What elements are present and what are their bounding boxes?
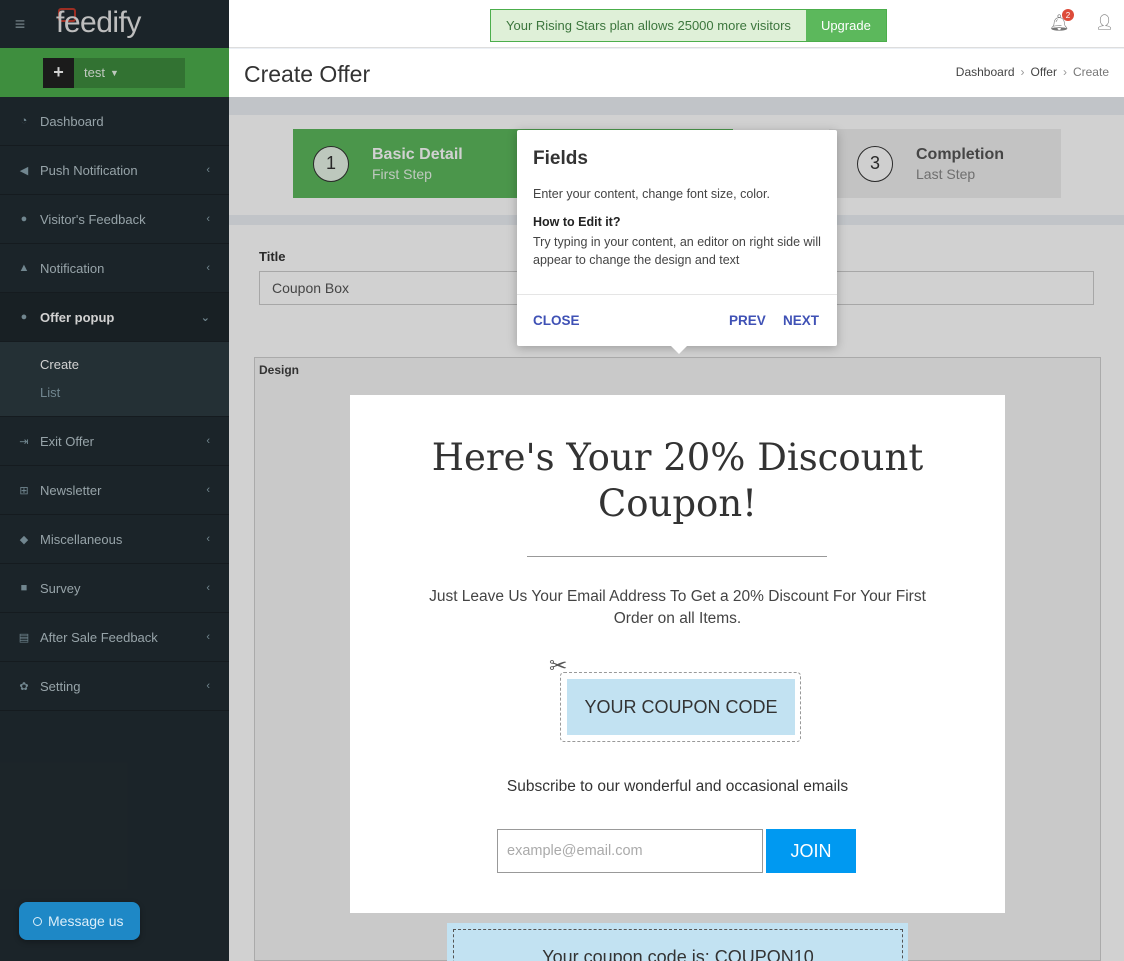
message-us-label: Message us [48,913,124,929]
tooltip-how-title: How to Edit it? [533,215,621,229]
plan-text: Your Rising Stars plan allows 25000 more… [491,10,806,41]
breadcrumb-offer[interactable]: Offer [1031,65,1057,79]
tooltip-text: Enter your content, change font size, co… [533,187,770,201]
message-us-button[interactable]: Message us [19,902,140,940]
chat-icon [33,916,42,926]
tour-overlay-sidebar [0,0,229,961]
coupon-result-text[interactable]: Your coupon code is: COUPON10 [453,929,903,961]
breadcrumb-separator: › [1020,65,1025,79]
coupon-code-label[interactable]: YOUR COUPON CODE [567,679,795,735]
tooltip-footer-divider [517,294,837,295]
breadcrumb: Dashboard › Offer › Create [956,65,1109,79]
join-button[interactable]: JOIN [766,829,856,873]
tour-tooltip: Fields Enter your content, change font s… [517,130,837,354]
notification-count-badge: 2 [1062,9,1074,21]
tooltip-how-body: Try typing in your content, an editor on… [533,235,821,267]
subscribe-text[interactable]: Subscribe to our wonderful and occasiona… [350,778,1005,796]
content-header: Create Offer Dashboard › Offer › Create [229,49,1124,97]
user-icon[interactable]: 👤︎ [1095,13,1114,31]
upgrade-button[interactable]: Upgrade [805,10,886,41]
popup-heading[interactable]: Here's Your 20% Discount Coupon! [350,435,1005,527]
coupon-result-box: Your coupon code is: COUPON10 [447,923,908,961]
top-bar: Your Rising Stars plan allows 25000 more… [229,0,1124,48]
design-label: Design [259,363,300,377]
offer-popup-preview: Here's Your 20% Discount Coupon! Just Le… [350,395,1005,913]
plan-banner: Your Rising Stars plan allows 25000 more… [490,9,887,42]
tooltip-next-button[interactable]: NEXT [783,313,819,328]
breadcrumb-dashboard[interactable]: Dashboard [956,65,1015,79]
page-title: Create Offer [244,61,371,87]
coupon-box: YOUR COUPON CODE [560,672,801,742]
tooltip-prev-button[interactable]: PREV [729,313,766,328]
breadcrumb-separator: › [1062,65,1067,79]
email-input[interactable]: example@email.com [497,829,763,873]
popup-divider [527,556,827,557]
tooltip-title: Fields [533,148,588,169]
breadcrumb-create: Create [1072,65,1109,79]
tooltip-close-button[interactable]: CLOSE [533,313,580,328]
popup-description[interactable]: Just Leave Us Your Email Address To Get … [410,586,945,630]
design-panel: Design Here's Your 20% Discount Coupon! … [254,357,1101,961]
